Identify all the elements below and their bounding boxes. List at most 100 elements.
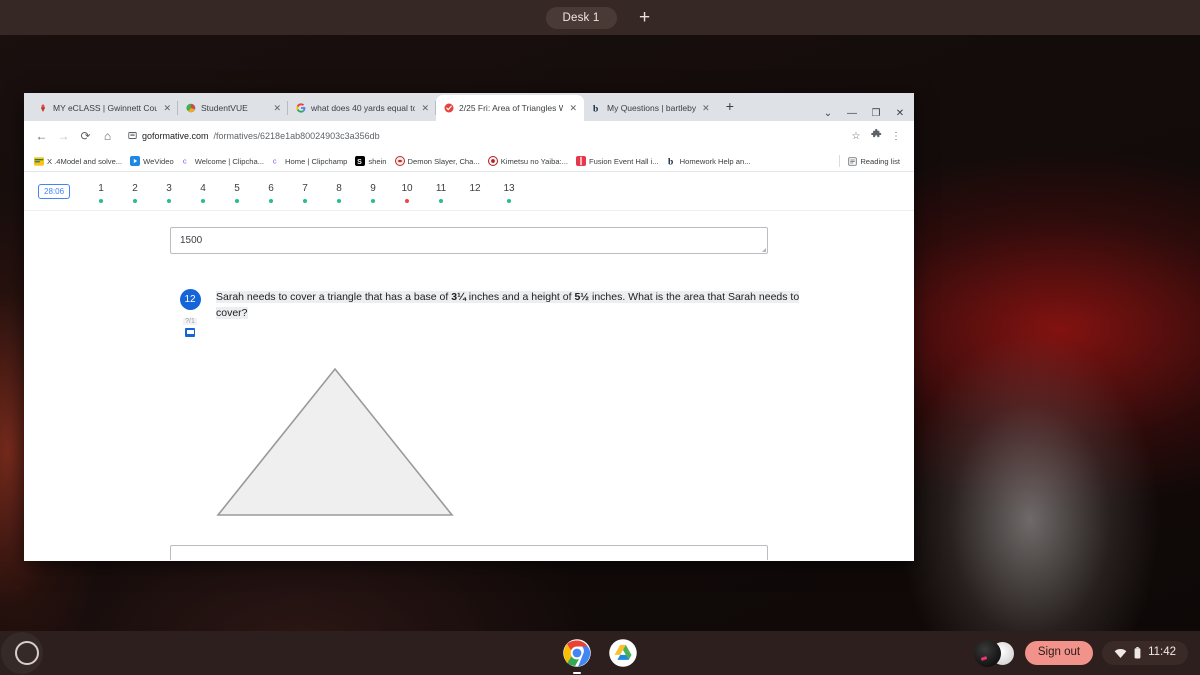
formative-icon: [444, 103, 454, 113]
browser-tab-google-search[interactable]: what does 40 yards equal to i ✕: [288, 95, 436, 121]
question-12-answer-input[interactable]: [170, 545, 768, 560]
home-icon[interactable]: ⌂: [98, 129, 117, 143]
question-nav-3[interactable]: 3: [152, 183, 186, 203]
question-status-dot: [371, 199, 376, 203]
bookmark-item[interactable]: WeVideo: [128, 156, 180, 166]
comment-icon[interactable]: [185, 328, 195, 337]
question-nav-7[interactable]: 7: [288, 183, 322, 203]
bookmark-label: Home | Clipchamp: [285, 156, 348, 166]
maximize-icon[interactable]: ❐: [864, 109, 888, 119]
wevideo-icon: [130, 156, 141, 166]
reload-icon[interactable]: ⟳: [76, 129, 95, 143]
avatar-primary: [973, 639, 1001, 667]
studentvue-icon: [186, 103, 196, 113]
new-tab-icon[interactable]: +: [717, 99, 743, 116]
countdown-timer: 28:06: [38, 184, 71, 199]
bookmark-item[interactable]: X .4Model and solve...: [32, 156, 128, 166]
question-status-dot: [133, 199, 138, 203]
close-window-icon[interactable]: ✕: [888, 109, 912, 119]
question-nav-number: 9: [370, 183, 376, 194]
shelf-app-area: [0, 638, 1200, 674]
bookmark-label: Kimetsu no Yaiba:...: [500, 156, 568, 166]
question-nav-9[interactable]: 9: [356, 183, 390, 203]
tab-close-icon[interactable]: ✕: [162, 103, 172, 113]
svg-text:b: b: [593, 105, 598, 114]
question-status-dot: [405, 199, 410, 203]
window-controls: ⌄ — ❐ ✕: [816, 109, 914, 121]
tab-close-icon[interactable]: ✕: [568, 103, 578, 113]
question-nav-6[interactable]: 6: [254, 183, 288, 203]
browser-tab-studentvue[interactable]: StudentVUE ✕: [178, 95, 288, 121]
question-text-part2: inches and a height of: [465, 291, 575, 303]
browser-tab-bartleby[interactable]: b My Questions | bartleby ✕: [584, 95, 717, 121]
question-status-dot: [269, 199, 274, 203]
chrome-browser-window: MY eCLASS | Gwinnett County ✕ StudentVUE…: [24, 93, 914, 561]
sheet-icon: [34, 156, 44, 166]
question-nav-number: 7: [302, 183, 308, 194]
bookmark-item[interactable]: S shein: [353, 156, 392, 166]
question-nav-12[interactable]: 12: [458, 183, 492, 203]
tab-close-icon[interactable]: ✕: [420, 103, 430, 113]
question-status-dot: [201, 199, 206, 203]
bookmark-item[interactable]: Demon Slayer, Cha...: [393, 156, 486, 166]
question-nav-number: 4: [200, 183, 206, 194]
forward-icon: →: [57, 129, 70, 143]
google-icon: [296, 103, 306, 113]
question-nav-4[interactable]: 4: [186, 183, 220, 203]
bookmark-label: WeVideo: [143, 156, 174, 166]
question-status-dot: [303, 199, 308, 203]
bookmark-item[interactable]: Kimetsu no Yaiba:...: [486, 156, 574, 166]
chrome-menu-icon[interactable]: ⋮: [886, 131, 906, 142]
question-body: 1500 12 ?/1 Sarah needs to cover a trian…: [24, 211, 914, 560]
app-active-indicator: [573, 671, 581, 674]
virtual-desk-bar: Desk 1 +: [0, 0, 1200, 35]
bookmark-item[interactable]: Fusion Event Hall i...: [574, 156, 665, 166]
bookmark-label: Welcome | Clipcha...: [194, 156, 265, 166]
tab-strip: MY eCLASS | Gwinnett County ✕ StudentVUE…: [24, 93, 914, 121]
bookmark-item[interactable]: c Welcome | Clipcha...: [180, 156, 270, 166]
address-bar[interactable]: goformative.com/formatives/6218e1ab80024…: [124, 126, 837, 146]
question-status-dot: [439, 199, 444, 203]
question-nav-8[interactable]: 8: [322, 183, 356, 203]
site-info-icon[interactable]: [128, 131, 137, 142]
question-nav-11[interactable]: 11: [424, 183, 458, 203]
browser-toolbar: ← → ⟳ ⌂ goformative.com/formatives/6218e…: [24, 121, 914, 151]
bookmark-item[interactable]: b Homework Help an...: [665, 156, 757, 167]
question-height-value: 5½: [574, 291, 590, 303]
question-nav-1[interactable]: 1: [84, 183, 118, 203]
kimetsu-icon: [487, 156, 498, 166]
tab-close-icon[interactable]: ✕: [701, 103, 711, 113]
bookmark-item[interactable]: c Home | Clipchamp: [270, 156, 353, 166]
question-12-block: 12 ?/1 Sarah needs to cover a triangle t…: [174, 289, 814, 337]
question-base-value: 3¼: [451, 291, 466, 303]
previous-answer-input[interactable]: 1500: [170, 227, 768, 254]
tab-label: MY eCLASS | Gwinnett County: [53, 103, 158, 113]
question-nav-number: 8: [336, 183, 342, 194]
tab-close-icon[interactable]: ✕: [272, 103, 282, 113]
question-nav-5[interactable]: 5: [220, 183, 254, 203]
demonslayer-icon: [394, 156, 405, 166]
question-nav-13[interactable]: 13: [492, 183, 526, 203]
browser-tab-formative[interactable]: 2/25 Fri: Area of Triangles Wo ✕: [436, 95, 584, 121]
bookmark-star-icon[interactable]: ☆: [846, 131, 866, 142]
chrome-app-icon[interactable]: [562, 638, 592, 674]
drive-app-icon[interactable]: [608, 638, 638, 668]
question-status-dot: [167, 199, 172, 203]
question-nav-2[interactable]: 2: [118, 183, 152, 203]
desk-1-button[interactable]: Desk 1: [545, 6, 617, 29]
add-desk-icon[interactable]: +: [635, 8, 655, 27]
back-icon[interactable]: ←: [32, 129, 51, 143]
svg-text:S: S: [357, 158, 362, 166]
reading-list-button[interactable]: Reading list: [845, 156, 906, 166]
search-tabs-icon[interactable]: ⌄: [816, 109, 840, 119]
minimize-icon[interactable]: —: [840, 109, 864, 119]
question-nav-number: 6: [268, 183, 274, 194]
question-nav-10[interactable]: 10: [390, 183, 424, 203]
tab-label: My Questions | bartleby: [607, 103, 697, 113]
browser-tab-eclass[interactable]: MY eCLASS | Gwinnett County ✕: [30, 95, 178, 121]
extensions-puzzle-icon[interactable]: [866, 128, 886, 143]
question-score: ?/1: [183, 318, 197, 325]
toolbar-actions: ☆ ⋮: [846, 128, 906, 143]
question-status-dot: [337, 199, 342, 203]
question-text: Sarah needs to cover a triangle that has…: [216, 289, 814, 337]
